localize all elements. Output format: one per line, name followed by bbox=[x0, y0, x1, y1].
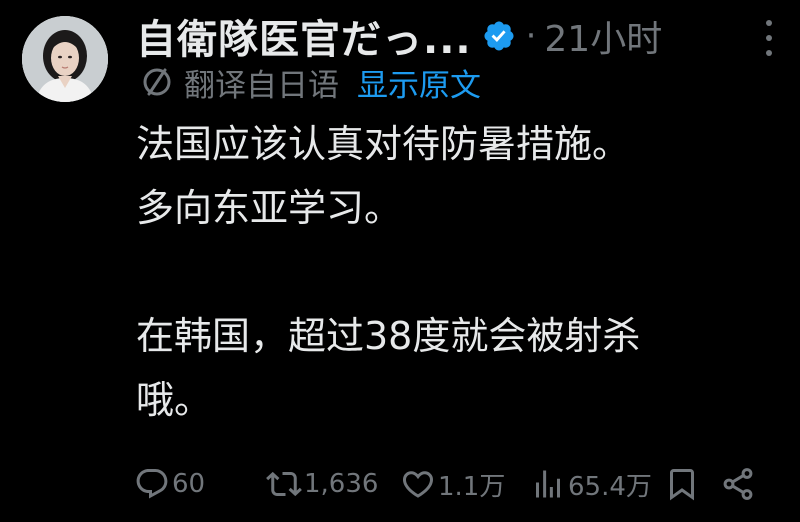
reply-icon bbox=[134, 466, 170, 502]
author-avatar[interactable] bbox=[22, 16, 108, 102]
post-text-line: 在韩国，超过38度就会被射杀 bbox=[136, 314, 641, 358]
views-chart-icon bbox=[530, 466, 566, 502]
post-text-blank-line bbox=[136, 240, 776, 304]
heart-icon bbox=[400, 466, 436, 502]
post-action-bar: 60 1,636 1.1万 65.4万 bbox=[134, 460, 774, 508]
more-options-icon[interactable] bbox=[764, 20, 774, 56]
show-original-link[interactable]: 显示原文 bbox=[357, 60, 481, 105]
like-button[interactable]: 1.1万 bbox=[400, 460, 505, 508]
repost-count: 1,636 bbox=[304, 469, 379, 499]
share-button[interactable] bbox=[720, 460, 756, 508]
post-text-line: 哦。 bbox=[136, 378, 213, 422]
header-separator: · bbox=[525, 16, 537, 56]
repost-button[interactable]: 1,636 bbox=[266, 460, 378, 508]
post-text-line: 多向东亚学习。 bbox=[136, 186, 403, 230]
translate-icon bbox=[140, 65, 174, 99]
author-display-name[interactable]: 自衛隊医官だっ... bbox=[136, 7, 472, 65]
bookmark-icon bbox=[664, 466, 700, 502]
verified-badge-icon bbox=[482, 19, 516, 53]
post-timestamp[interactable]: 21小时 bbox=[544, 10, 662, 62]
views-count: 65.4万 bbox=[568, 471, 652, 502]
translation-bar: 翻译自日语 显示原文 bbox=[140, 60, 481, 104]
reply-count: 60 bbox=[172, 469, 206, 499]
like-count: 1.1万 bbox=[438, 471, 506, 502]
share-icon bbox=[720, 466, 756, 502]
post-text-line: 法国应该认真对待防暑措施。 bbox=[136, 122, 631, 166]
post-header: 自衛隊医官だっ... · 21小时 bbox=[136, 8, 776, 64]
views-button[interactable]: 65.4万 bbox=[530, 460, 652, 508]
bookmark-button[interactable] bbox=[664, 460, 700, 508]
profile-photo bbox=[22, 16, 108, 102]
reply-button[interactable]: 60 bbox=[134, 460, 205, 508]
repost-icon bbox=[266, 466, 302, 502]
post-text: 法国应该认真对待防暑措施。 多向东亚学习。 在韩国，超过38度就会被射杀 哦。 bbox=[136, 112, 776, 432]
translated-from-label: 翻译自日语 bbox=[184, 67, 339, 104]
